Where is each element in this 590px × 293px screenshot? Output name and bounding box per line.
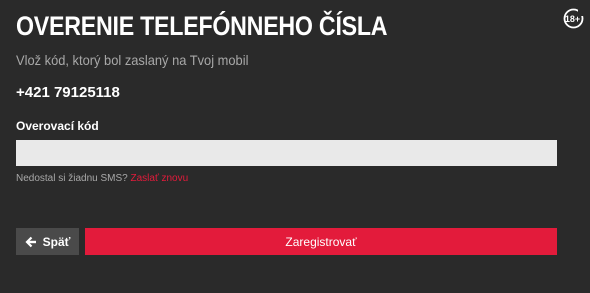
verification-code-input[interactable] (16, 140, 557, 166)
age-restriction-18-icon: 18+ (563, 8, 584, 29)
resend-sms-line: Nedostal si žiadnu SMS? Zaslať znovu (16, 173, 188, 184)
register-button-label: Zaregistrovať (285, 234, 357, 249)
phone-number: +421 79125118 (16, 84, 120, 101)
resend-sms-link[interactable]: Zaslať znovu (131, 173, 189, 184)
arrow-left-icon (25, 236, 37, 248)
back-button[interactable]: Späť (16, 228, 79, 255)
page-title: OVERENIE TELEFÓNNEHO ČÍSLA (16, 11, 388, 41)
age-badge-label: 18+ (565, 14, 580, 24)
verification-code-label: Overovací kód (16, 119, 99, 133)
resend-sms-prompt: Nedostal si žiadnu SMS? (16, 173, 128, 184)
back-button-label: Späť (42, 234, 71, 249)
page-subtitle: Vlož kód, ktorý bol zaslaný na Tvoj mobi… (16, 52, 249, 68)
register-button[interactable]: Zaregistrovať (85, 228, 557, 255)
